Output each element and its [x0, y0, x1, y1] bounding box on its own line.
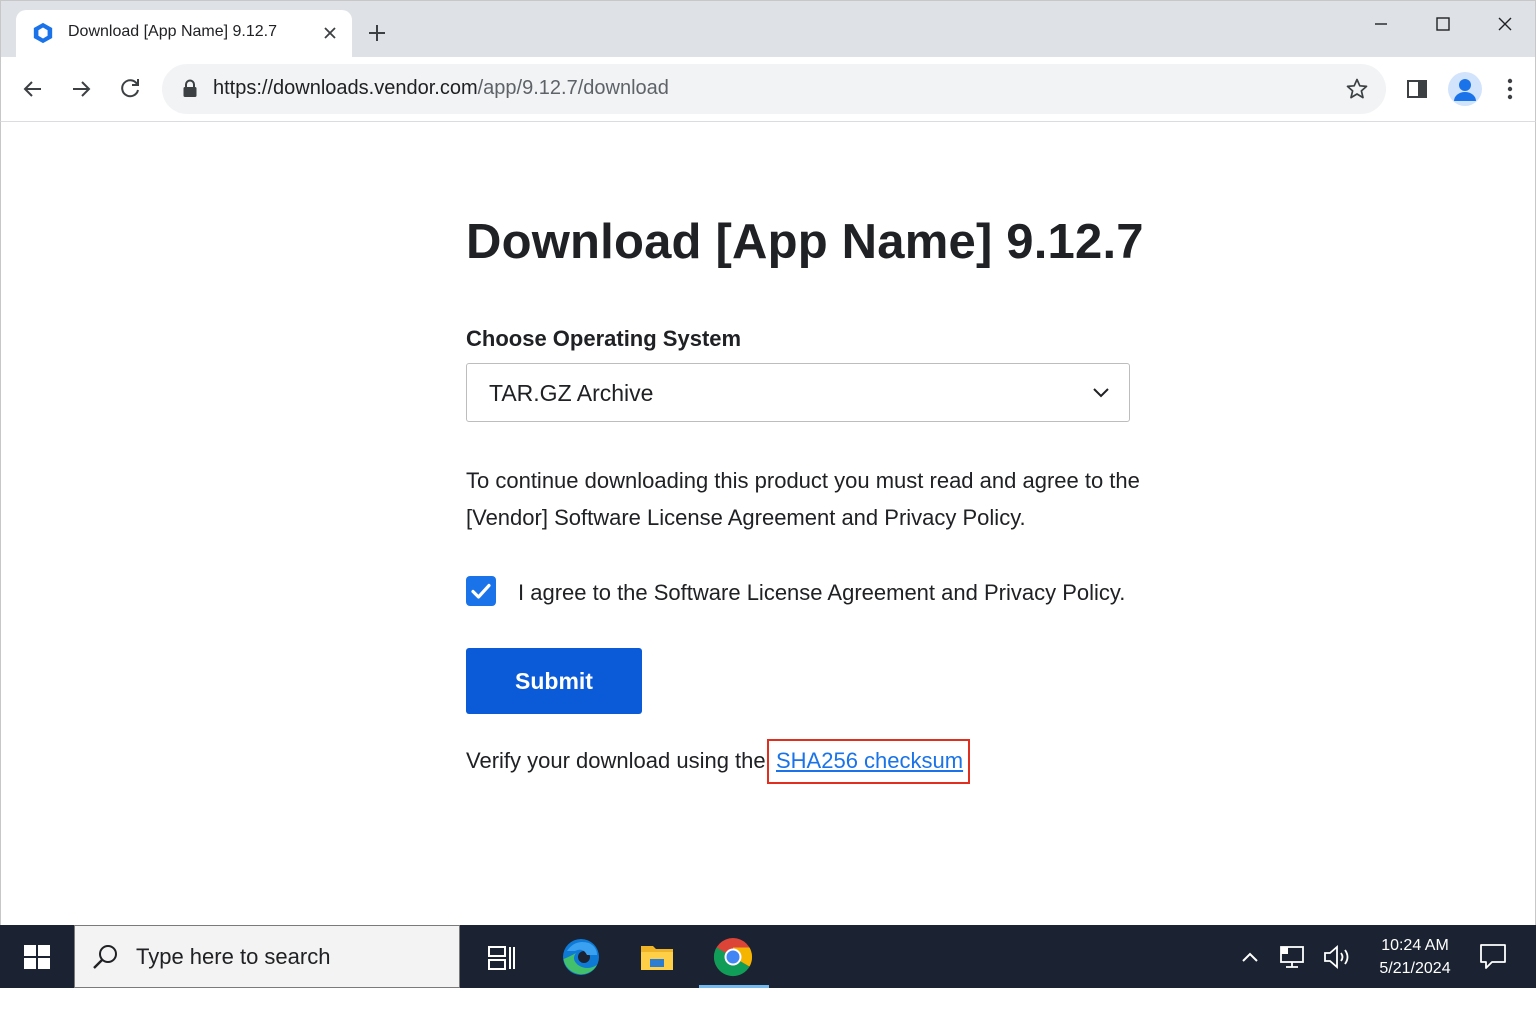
taskbar-clock[interactable]: 10:24 AM 5/21/2024 [1368, 934, 1462, 980]
edge-icon[interactable] [561, 937, 601, 977]
network-icon[interactable] [1278, 943, 1308, 971]
url-path: /app/9.12.7/download [477, 77, 669, 99]
url-host: https://downloads.vendor.com [213, 77, 478, 99]
close-tab-icon[interactable] [319, 22, 341, 44]
os-selected-value: TAR.GZ Archive [489, 380, 654, 406]
active-tab[interactable]: Download [App Name] 9.12.7 [16, 10, 352, 58]
clock-time: 10:24 AM [1381, 937, 1449, 954]
bookmark-star-icon[interactable] [1345, 77, 1369, 101]
search-icon [93, 945, 117, 969]
tab-title: Download [App Name] 9.12.7 [68, 23, 278, 40]
license-notice: To continue downloading this product you… [466, 468, 1140, 530]
os-select-label: Choose Operating System [466, 326, 742, 351]
windows-taskbar: Type here to search 10:24 AM 5/21/2024 [0, 925, 1536, 988]
browser-toolbar: https://downloads.vendor.com/app/9.12.7/… [0, 57, 1536, 122]
back-arrow-icon[interactable] [19, 75, 47, 103]
maximize-icon[interactable] [1429, 11, 1457, 37]
profile-avatar[interactable] [1448, 72, 1482, 106]
side-panel-icon[interactable] [1405, 77, 1429, 101]
windows-logo-icon [24, 945, 50, 969]
page-title: Download [App Name] 9.12.7 [466, 215, 1144, 269]
bottom-margin [0, 988, 1536, 1024]
volume-icon[interactable] [1322, 943, 1352, 971]
checkmark-icon [471, 583, 491, 599]
browser-tab-strip: Download [App Name] 9.12.7 [0, 0, 1536, 58]
app-favicon-icon [33, 22, 53, 44]
reload-icon[interactable] [116, 75, 144, 103]
agree-checkbox[interactable] [466, 576, 496, 606]
file-explorer-icon[interactable] [637, 937, 677, 977]
submit-button[interactable]: Submit [466, 648, 642, 714]
verify-text: Verify your download using the [466, 748, 766, 773]
taskbar-search-box[interactable]: Type here to search [74, 925, 460, 988]
close-window-icon[interactable] [1491, 11, 1519, 37]
profile-person-icon [1454, 79, 1476, 101]
task-view-icon[interactable] [481, 937, 521, 977]
start-button[interactable] [0, 925, 74, 988]
chrome-icon[interactable] [713, 937, 753, 977]
forward-arrow-icon[interactable] [67, 75, 95, 103]
sha256-checksum-link[interactable]: SHA256 checksum [776, 748, 963, 774]
agree-label[interactable]: I agree to the Software License Agreemen… [518, 580, 1125, 606]
address-bar[interactable]: https://downloads.vendor.com/app/9.12.7/… [162, 64, 1386, 114]
minimize-icon[interactable] [1367, 11, 1395, 37]
search-placeholder: Type here to search [136, 944, 331, 969]
url-text[interactable]: https://downloads.vendor.com/app/9.12.7/… [213, 77, 669, 100]
web-page: Download [App Name] 9.12.7 Choose Operat… [0, 122, 1536, 925]
agree-row: I agree to the Software License Agreemen… [466, 574, 1156, 614]
lock-icon[interactable] [182, 79, 198, 99]
more-menu-icon[interactable] [1498, 75, 1522, 103]
chevron-down-icon [1093, 388, 1109, 398]
new-tab-icon[interactable] [365, 21, 389, 45]
show-hidden-icons-icon[interactable] [1235, 943, 1265, 971]
os-select-dropdown[interactable]: TAR.GZ Archive [466, 363, 1130, 422]
clock-date: 5/21/2024 [1379, 960, 1451, 977]
notifications-icon[interactable] [1478, 941, 1508, 971]
